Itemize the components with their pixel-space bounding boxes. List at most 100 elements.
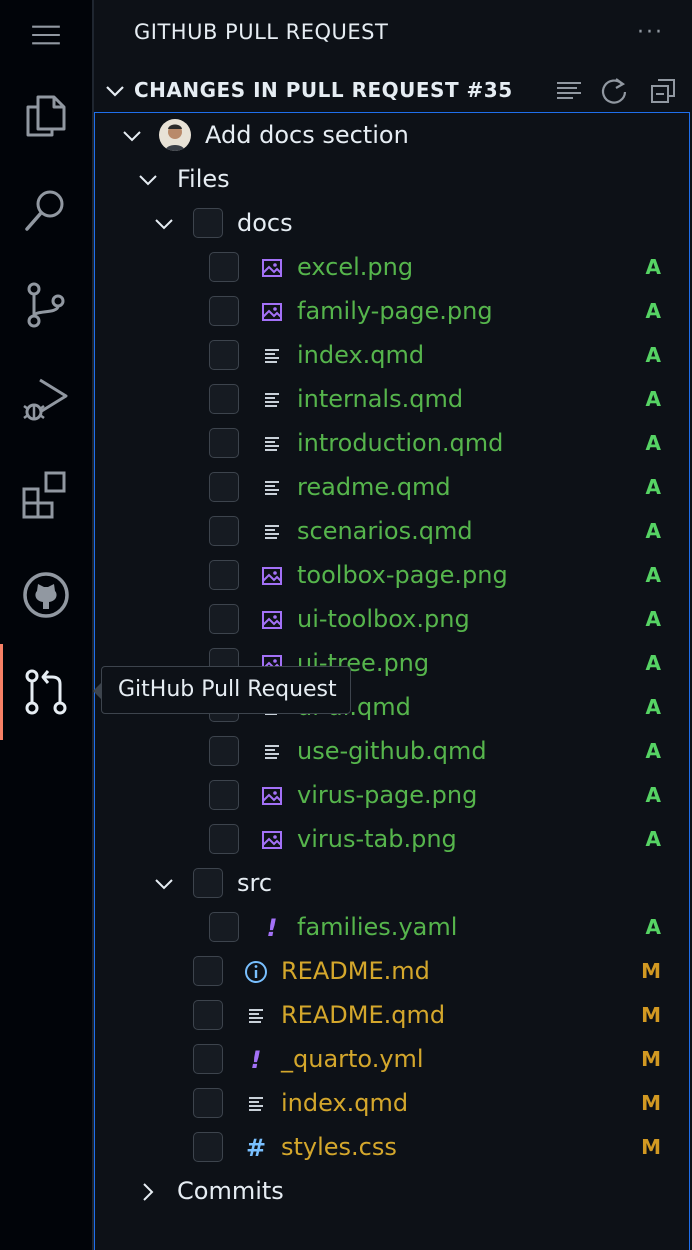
run-debug-icon	[23, 378, 68, 421]
file-status-badge: M	[641, 1135, 661, 1159]
item-label: internals.qmd	[297, 385, 464, 413]
item-label: virus-tab.png	[297, 825, 457, 853]
file-status-badge: A	[645, 783, 661, 807]
item-label: toolbox-page.png	[297, 561, 508, 589]
activity-search[interactable]	[0, 165, 92, 255]
file-status-badge: A	[645, 475, 661, 499]
checkbox[interactable]	[209, 384, 239, 414]
file-row[interactable]: README.md M	[95, 950, 691, 994]
file-row[interactable]: readme.qmd A	[95, 466, 691, 510]
checkbox[interactable]	[209, 340, 239, 370]
section-header[interactable]: CHANGES IN PULL REQUEST #35	[94, 70, 692, 112]
file-status-badge: A	[645, 343, 661, 367]
checkbox[interactable]	[193, 868, 223, 898]
css-icon: #	[245, 1134, 267, 1162]
text-file-icon	[259, 519, 285, 545]
activity-bar	[0, 0, 94, 1250]
checkbox[interactable]	[193, 1088, 223, 1118]
file-status-badge: A	[645, 827, 661, 851]
file-row[interactable]: ! families.yaml A	[95, 906, 691, 950]
menu-button[interactable]	[0, 0, 92, 70]
checkbox[interactable]	[209, 604, 239, 634]
section-title: CHANGES IN PULL REQUEST #35	[134, 78, 513, 102]
activity-run-debug[interactable]	[0, 355, 92, 445]
activity-github[interactable]	[0, 550, 92, 640]
file-row[interactable]: introduction.qmd A	[95, 422, 691, 466]
avatar	[159, 119, 191, 151]
chevron-down-icon	[106, 86, 124, 97]
image-icon	[259, 607, 285, 633]
file-status-badge: M	[641, 1091, 661, 1115]
item-label: docs	[237, 209, 293, 237]
checkbox[interactable]	[209, 516, 239, 546]
checkbox[interactable]	[193, 1044, 223, 1074]
search-icon	[25, 190, 64, 231]
item-label: excel.png	[297, 253, 414, 281]
checkbox[interactable]	[209, 736, 239, 766]
extensions-icon	[22, 471, 66, 519]
item-label: Add docs section	[205, 121, 409, 149]
checkbox[interactable]	[193, 956, 223, 986]
file-row[interactable]: excel.png A	[95, 246, 691, 290]
file-row[interactable]: README.qmd M	[95, 994, 691, 1038]
checkbox[interactable]	[209, 780, 239, 810]
checkbox[interactable]	[209, 428, 239, 458]
image-icon	[259, 827, 285, 853]
checkbox[interactable]	[193, 1132, 223, 1162]
item-label: families.yaml	[297, 913, 458, 941]
item-label: scenarios.qmd	[297, 517, 473, 545]
file-row[interactable]: virus-page.png A	[95, 774, 691, 818]
activity-extensions[interactable]	[0, 450, 92, 540]
text-file-icon	[259, 343, 285, 369]
file-status-badge: A	[645, 519, 661, 543]
file-row[interactable]: ! _quarto.yml M	[95, 1038, 691, 1082]
file-row[interactable]: ui-toolbox.png A	[95, 598, 691, 642]
checkbox[interactable]	[193, 208, 223, 238]
chevron-down-icon	[155, 219, 173, 230]
checkbox[interactable]	[209, 560, 239, 590]
item-label: _quarto.yml	[281, 1045, 424, 1073]
item-label: README.qmd	[281, 1001, 446, 1029]
checkbox[interactable]	[209, 472, 239, 502]
checkbox[interactable]	[209, 296, 239, 326]
folder-row-src[interactable]: src	[95, 862, 691, 906]
folder-row-docs[interactable]: docs	[95, 202, 691, 246]
file-row[interactable]: # styles.css M	[95, 1126, 691, 1170]
activity-pull-request[interactable]	[0, 644, 92, 740]
file-row[interactable]: family-page.png A	[95, 290, 691, 334]
collapse-all-icon[interactable]	[648, 76, 678, 106]
text-file-icon	[259, 739, 285, 765]
explorer-icon	[26, 95, 66, 137]
file-status-badge: A	[645, 915, 661, 939]
files-folder-row[interactable]: Files	[95, 158, 691, 202]
list-view-icon[interactable]	[554, 76, 584, 106]
checkbox[interactable]	[209, 252, 239, 282]
item-label: index.qmd	[281, 1089, 409, 1117]
sidebar: GITHUB PULL REQUEST ··· CHANGES IN PULL …	[94, 0, 692, 1250]
file-row[interactable]: index.qmd M	[95, 1082, 691, 1126]
file-row[interactable]: index.qmd A	[95, 334, 691, 378]
file-row[interactable]: internals.qmd A	[95, 378, 691, 422]
activity-source-control[interactable]	[0, 260, 92, 350]
text-file-icon	[259, 475, 285, 501]
file-row[interactable]: use-github.qmd A	[95, 730, 691, 774]
activity-explorer[interactable]	[0, 70, 92, 160]
file-status-badge: A	[645, 695, 661, 719]
file-row[interactable]: toolbox-page.png A	[95, 554, 691, 598]
file-row[interactable]: virus-tab.png A	[95, 818, 691, 862]
more-actions-button[interactable]: ···	[637, 20, 664, 45]
file-status-badge: A	[645, 431, 661, 455]
chevron-down-icon	[123, 131, 141, 142]
checkbox[interactable]	[209, 824, 239, 854]
pull-request-icon	[25, 669, 67, 715]
commit-row[interactable]: Add docs section	[95, 114, 691, 158]
file-status-badge: M	[641, 1003, 661, 1027]
file-status-badge: A	[645, 255, 661, 279]
commits-folder-row[interactable]: Commits	[95, 1170, 691, 1214]
refresh-icon[interactable]	[600, 76, 630, 106]
checkbox[interactable]	[209, 912, 239, 942]
item-label: readme.qmd	[297, 473, 451, 501]
checkbox[interactable]	[193, 1000, 223, 1030]
hamburger-menu-icon	[32, 25, 60, 45]
file-row[interactable]: scenarios.qmd A	[95, 510, 691, 554]
